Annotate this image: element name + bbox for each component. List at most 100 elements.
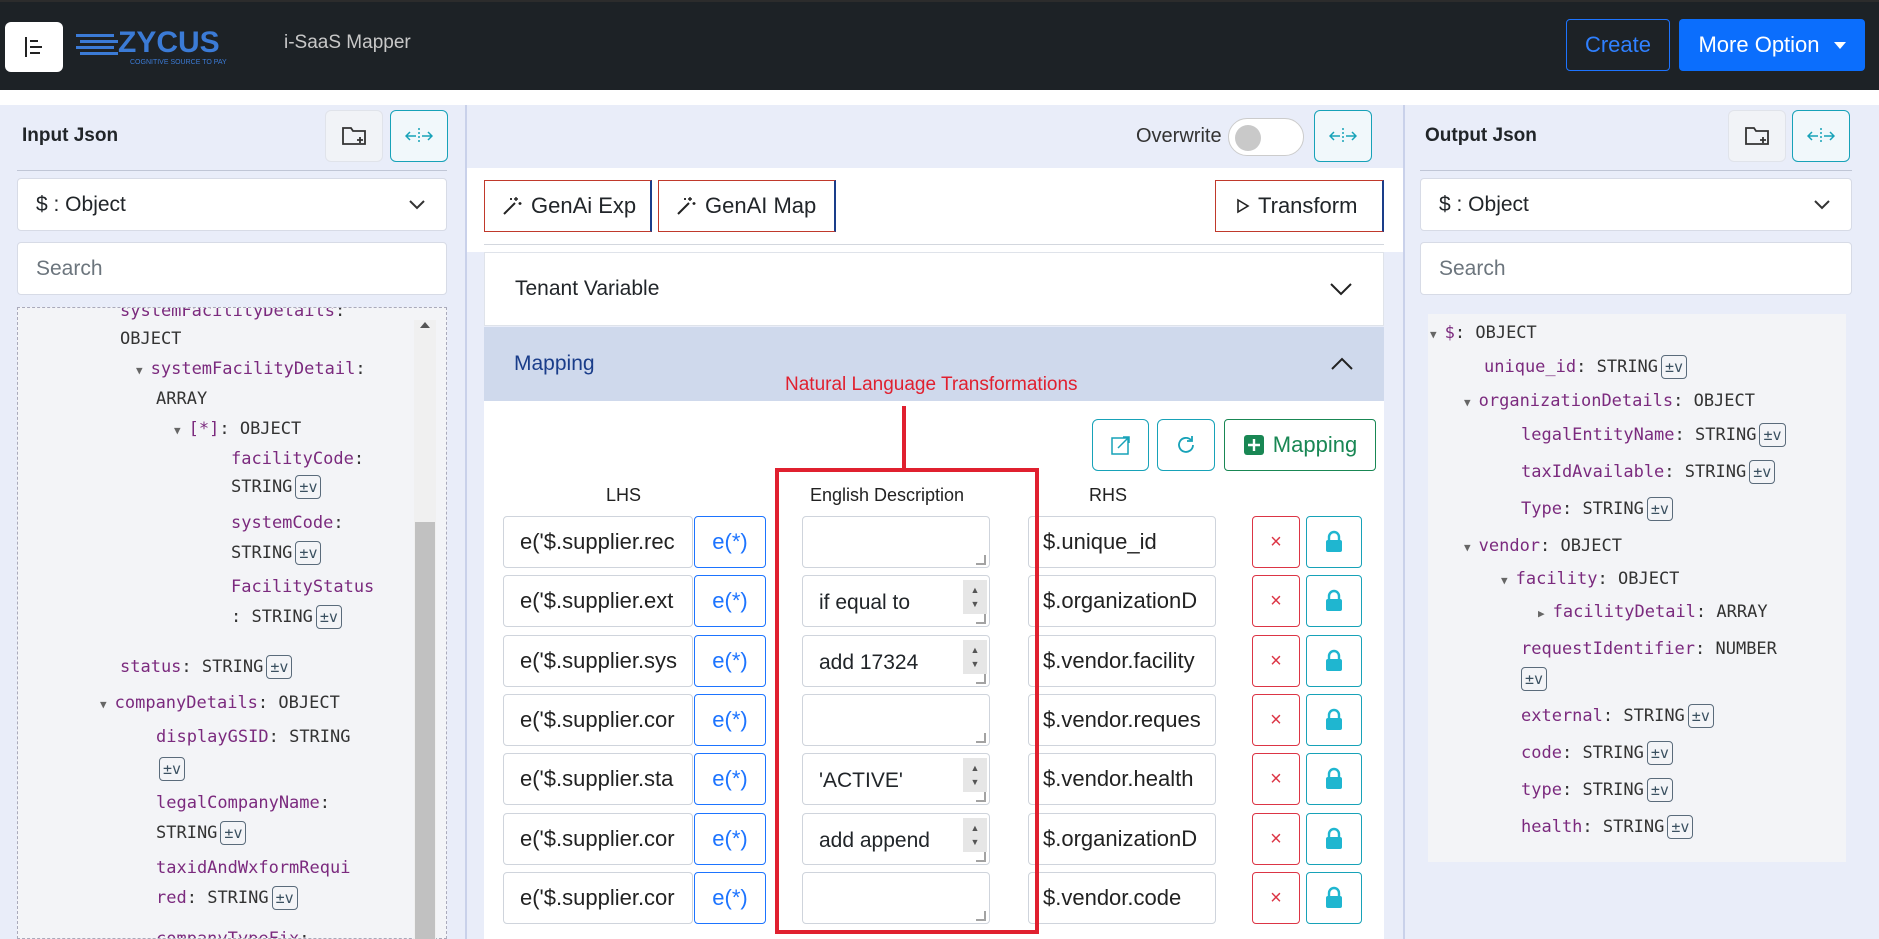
tree-node[interactable]: companyTypeFix: xyxy=(156,924,310,938)
value-toggle-tag[interactable]: ±v xyxy=(315,605,342,629)
lhs-input[interactable]: e('$.supplier.rec xyxy=(503,516,693,568)
genai-map-button[interactable]: GenAI Map xyxy=(658,180,836,232)
lhs-input[interactable]: e('$.supplier.cor xyxy=(503,694,693,746)
tree-node[interactable]: legalEntityName: STRING ±v xyxy=(1521,420,1786,450)
delete-row-button[interactable]: × xyxy=(1252,813,1300,865)
rhs-input[interactable]: $.vendor.facility xyxy=(1028,635,1216,687)
transform-button[interactable]: Transform xyxy=(1215,180,1384,232)
output-expand-button[interactable] xyxy=(1792,110,1850,162)
value-toggle-tag[interactable]: ±v xyxy=(1521,667,1548,691)
tree-node[interactable]: displayGSID: STRING xyxy=(156,722,351,752)
scroll-up-icon[interactable] xyxy=(419,320,431,330)
expression-button[interactable]: e(*) xyxy=(694,575,766,627)
value-toggle-tag[interactable]: ±v xyxy=(1667,815,1694,839)
lhs-input[interactable]: e('$.supplier.sys xyxy=(503,635,693,687)
input-tree-scroll-thumb[interactable] xyxy=(415,522,435,939)
expression-button[interactable]: e(*) xyxy=(694,694,766,746)
lhs-input[interactable]: e('$.supplier.sta xyxy=(503,753,693,805)
tree-node[interactable]: health: STRING ±v xyxy=(1521,812,1694,842)
value-toggle-tag[interactable]: ±v xyxy=(220,821,247,845)
input-root-select[interactable]: $ : Object xyxy=(17,178,447,231)
tree-node-key: systemFacilityDetails xyxy=(120,307,335,321)
export-button[interactable] xyxy=(1092,419,1149,471)
value-toggle-tag[interactable]: ±v xyxy=(159,757,186,781)
rhs-input[interactable]: $.vendor.reques xyxy=(1028,694,1216,746)
menu-toggle-button[interactable] xyxy=(5,22,63,72)
delete-row-button[interactable]: × xyxy=(1252,516,1300,568)
value-toggle-tag[interactable]: ±v xyxy=(1646,497,1673,521)
create-button[interactable]: Create xyxy=(1566,19,1670,71)
value-toggle-tag[interactable]: ±v xyxy=(1646,741,1673,765)
refresh-button[interactable] xyxy=(1157,419,1215,471)
overwrite-toggle[interactable] xyxy=(1228,118,1304,156)
rhs-input[interactable]: $.organizationD xyxy=(1028,813,1216,865)
lock-row-button[interactable] xyxy=(1306,635,1362,687)
tree-node[interactable]: legalCompanyName: xyxy=(156,788,330,818)
rhs-input[interactable]: $.vendor.health xyxy=(1028,753,1216,805)
value-toggle-tag[interactable]: ±v xyxy=(1646,778,1673,802)
lock-row-button[interactable] xyxy=(1306,575,1362,627)
tenant-variable-accordion[interactable]: Tenant Variable xyxy=(484,252,1384,326)
delete-row-button[interactable]: × xyxy=(1252,872,1300,924)
tree-node[interactable]: ▼ companyDetails: OBJECT xyxy=(100,688,340,720)
input-folder-button[interactable] xyxy=(325,110,383,162)
output-root-select[interactable]: $ : Object xyxy=(1420,178,1852,231)
value-toggle-tag[interactable]: ±v xyxy=(271,886,298,910)
genai-exp-button[interactable]: GenAi Exp xyxy=(484,180,652,232)
expression-button[interactable]: e(*) xyxy=(694,516,766,568)
tree-node[interactable]: ▼ vendor: OBJECT xyxy=(1464,531,1622,563)
lhs-input[interactable]: e('$.supplier.ext xyxy=(503,575,693,627)
value-toggle-tag[interactable]: ±v xyxy=(266,655,293,679)
value-toggle-tag[interactable]: ±v xyxy=(1687,704,1714,728)
rhs-input[interactable]: $.vendor.code xyxy=(1028,872,1216,924)
output-folder-button[interactable] xyxy=(1728,110,1786,162)
tree-node[interactable]: systemCode: xyxy=(231,508,344,538)
tree-node[interactable]: ▼ [*]: OBJECT xyxy=(174,414,301,446)
expression-button[interactable]: e(*) xyxy=(694,872,766,924)
tree-node[interactable]: ▼ organizationDetails: OBJECT xyxy=(1464,386,1755,418)
tree-node[interactable]: type: STRING ±v xyxy=(1521,775,1673,805)
rhs-input[interactable]: $.unique_id xyxy=(1028,516,1216,568)
app-name: i-SaaS Mapper xyxy=(284,32,411,53)
mapper-expand-button[interactable] xyxy=(1314,110,1372,162)
lock-row-button[interactable] xyxy=(1306,813,1362,865)
value-toggle-tag[interactable]: ±v xyxy=(295,541,322,565)
rhs-input[interactable]: $.organizationD xyxy=(1028,575,1216,627)
more-option-dropdown[interactable]: More Option xyxy=(1679,19,1865,71)
lock-row-button[interactable] xyxy=(1306,694,1362,746)
delete-row-button[interactable]: × xyxy=(1252,753,1300,805)
output-search-input[interactable]: Search xyxy=(1420,242,1852,295)
expression-button[interactable]: e(*) xyxy=(694,813,766,865)
delete-row-button[interactable]: × xyxy=(1252,635,1300,687)
tree-node[interactable]: code: STRING ±v xyxy=(1521,738,1673,768)
tree-node[interactable]: requestIdentifier: NUMBER xyxy=(1521,634,1777,664)
lhs-input[interactable]: e('$.supplier.cor xyxy=(503,872,693,924)
tree-node[interactable]: ▼ $: OBJECT xyxy=(1430,318,1537,350)
value-toggle-tag[interactable]: ±v xyxy=(1749,460,1776,484)
tree-node[interactable]: status: STRING ±v xyxy=(120,652,293,682)
lock-row-button[interactable] xyxy=(1306,872,1362,924)
expression-button[interactable]: e(*) xyxy=(694,753,766,805)
tree-node[interactable]: Type: STRING ±v xyxy=(1521,494,1673,524)
add-mapping-button[interactable]: Mapping xyxy=(1224,419,1376,471)
tree-node[interactable]: facilityCode: xyxy=(231,444,364,474)
expression-button[interactable]: e(*) xyxy=(694,635,766,687)
tree-node[interactable]: taxIdAvailable: STRING ±v xyxy=(1521,457,1776,487)
lock-row-button[interactable] xyxy=(1306,753,1362,805)
delete-row-button[interactable]: × xyxy=(1252,694,1300,746)
tree-node[interactable]: ▶ facilityDetail: ARRAY xyxy=(1538,597,1768,629)
tree-node[interactable]: external: STRING ±v xyxy=(1521,701,1714,731)
delete-row-button[interactable]: × xyxy=(1252,575,1300,627)
value-toggle-tag[interactable]: ±v xyxy=(1661,355,1688,379)
tree-node[interactable]: ▼ systemFacilityDetail: xyxy=(136,354,366,386)
tree-node[interactable]: unique_id: STRING ±v xyxy=(1484,352,1688,382)
tree-node[interactable]: ▼ facility: OBJECT xyxy=(1501,564,1679,596)
lhs-input[interactable]: e('$.supplier.cor xyxy=(503,813,693,865)
tree-node[interactable]: taxidAndWxformRequired: STRING ±v xyxy=(156,853,356,913)
tree-node[interactable]: FacilityStatus xyxy=(231,572,374,602)
value-toggle-tag[interactable]: ±v xyxy=(1759,423,1786,447)
input-expand-button[interactable] xyxy=(390,110,448,162)
input-search-input[interactable]: Search xyxy=(17,242,447,295)
lock-row-button[interactable] xyxy=(1306,516,1362,568)
value-toggle-tag[interactable]: ±v xyxy=(295,475,322,499)
